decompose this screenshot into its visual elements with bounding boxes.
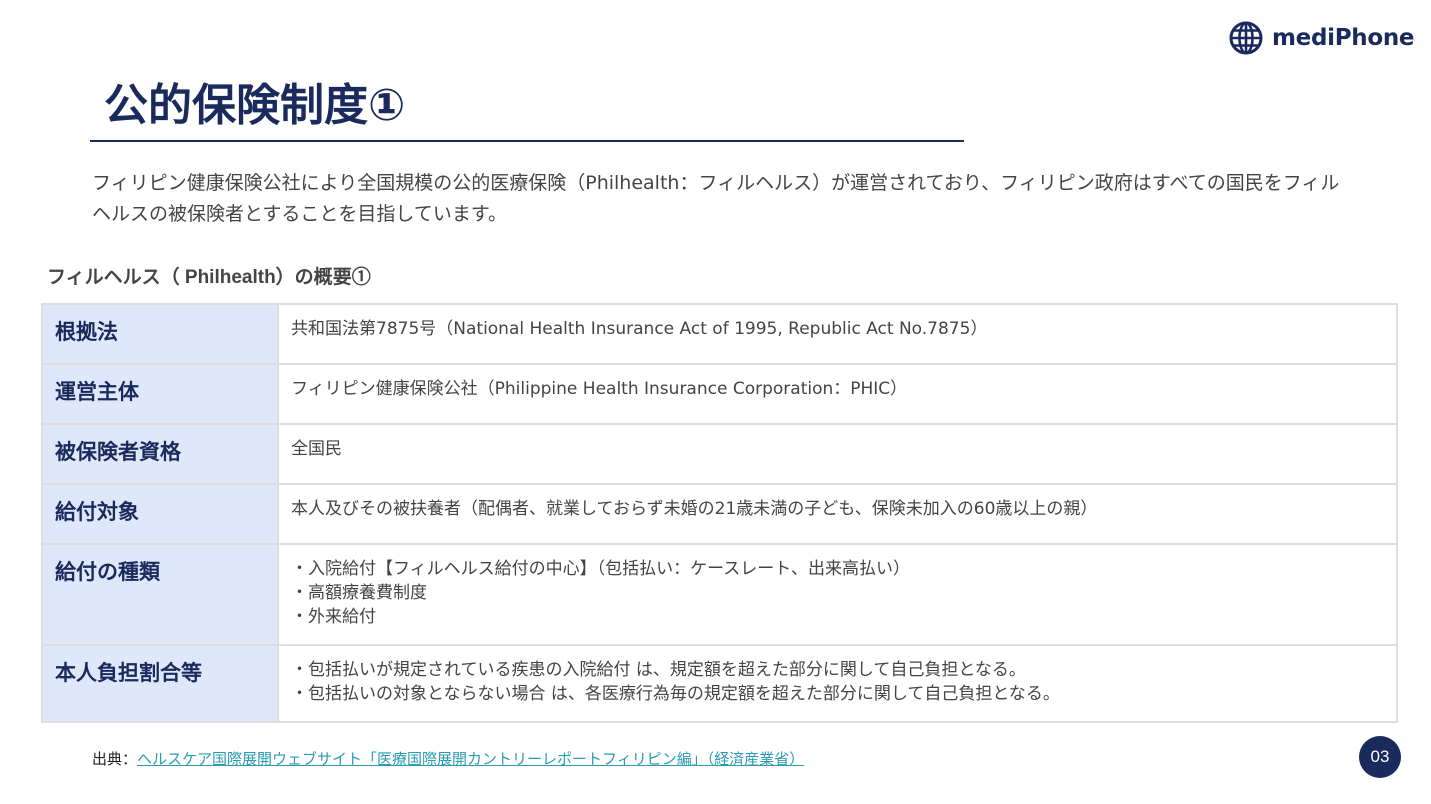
value-line: 本人及びその被扶養者（配偶者、就業しておらず未婚の21歳未満の子ども、保険未加入… [291,499,1098,519]
title-underline [90,140,964,142]
page-title: 公的保険制度① [104,80,406,131]
source-citation: 出典：ヘルスケア国際展開ウェブサイト「医療国際展開カントリーレポートフィリピン編… [92,747,804,771]
value-line: ・入院給付【フィルヘルス給付の中心】（包括払い：ケースレート、出来高払い） [291,559,910,579]
row-label: 被保険者資格 [41,423,279,485]
row-value: 本人及びその被扶養者（配偶者、就業しておらず未婚の21歳未満の子ども、保険未加入… [277,483,1398,545]
globe-icon [1228,20,1264,56]
row-value: ・入院給付【フィルヘルス給付の中心】（包括払い：ケースレート、出来高払い） ・高… [277,543,1398,646]
table-row: 根拠法 共和国法第7875号（National Health Insurance… [41,303,1398,365]
section-heading: フィルヘルス（ Philhealth）の概要① [47,267,371,288]
row-label: 本人負担割合等 [41,644,279,723]
row-label: 給付の種類 [41,543,279,646]
value-line: 全国民 [291,439,342,459]
page-number-badge: 03 [1359,736,1401,778]
value-line: ・外来給付 [291,607,376,627]
row-value: 共和国法第7875号（National Health Insurance Act… [277,303,1398,365]
row-label: 運営主体 [41,363,279,425]
source-link[interactable]: ヘルスケア国際展開ウェブサイト「医療国際展開カントリーレポートフィリピン編」（経… [137,750,804,768]
value-line: フィリピン健康保険公社（Philippine Health Insurance … [291,379,908,399]
brand-logo: mediPhone [1228,20,1415,56]
value-line: ・高額療養費制度 [291,583,427,603]
table-row: 本人負担割合等 ・包括払いが規定されている疾患の入院給付 は、規定額を超えた部分… [41,644,1398,723]
table-row: 被保険者資格 全国民 [41,423,1398,485]
source-prefix: 出典： [92,750,138,768]
row-label: 給付対象 [41,483,279,545]
row-value: ・包括払いが規定されている疾患の入院給付 は、規定額を超えた部分に関して自己負担… [277,644,1398,723]
brand-name: mediPhone [1272,25,1415,51]
row-label: 根拠法 [41,303,279,365]
table-row: 給付の種類 ・入院給付【フィルヘルス給付の中心】（包括払い：ケースレート、出来高… [41,543,1398,646]
table-row: 給付対象 本人及びその被扶養者（配偶者、就業しておらず未婚の21歳未満の子ども、… [41,483,1398,545]
value-line: ・包括払いが規定されている疾患の入院給付 は、規定額を超えた部分に関して自己負担… [291,660,1026,680]
overview-table: 根拠法 共和国法第7875号（National Health Insurance… [41,303,1398,723]
value-line: 共和国法第7875号（National Health Insurance Act… [291,319,988,339]
value-line: ・包括払いの対象とならない場合 は、各医療行為毎の規定額を超えた部分に関して自己… [291,684,1060,704]
intro-text: フィリピン健康保険公社により全国規模の公的医療保険（Philhealth：フィル… [92,172,1340,225]
row-value: 全国民 [277,423,1398,485]
row-value: フィリピン健康保険公社（Philippine Health Insurance … [277,363,1398,425]
table-row: 運営主体 フィリピン健康保険公社（Philippine Health Insur… [41,363,1398,425]
